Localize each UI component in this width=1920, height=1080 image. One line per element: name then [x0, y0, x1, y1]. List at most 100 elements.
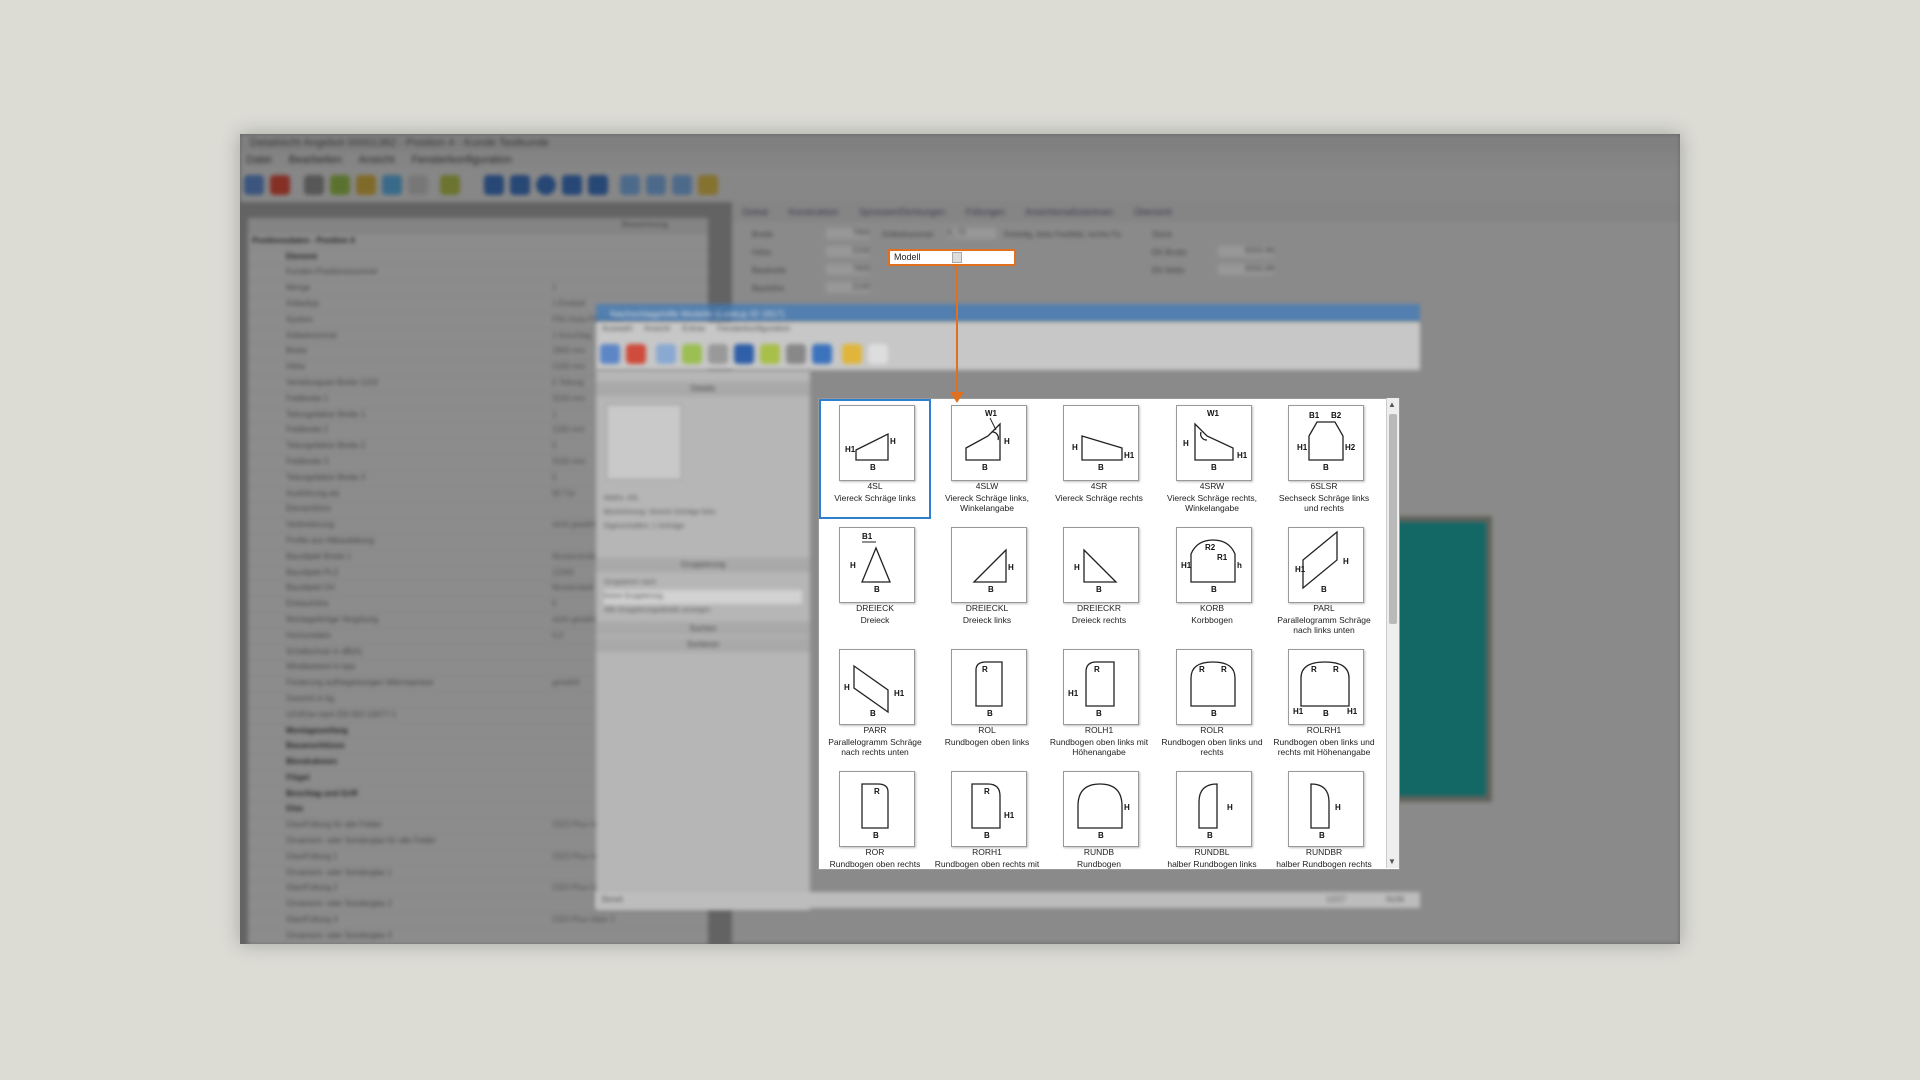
model-item-parl[interactable]: H1 H B PARL Parallelogramm Schräge nach link…: [1268, 521, 1380, 641]
pencil-icon[interactable]: [356, 175, 376, 195]
scrollbar-thumb[interactable]: [1389, 414, 1397, 624]
model-item-rundbr[interactable]: H B RUNDBR halber Rundbogen rechts: [1268, 765, 1380, 869]
menu-datei[interactable]: Datei: [246, 154, 272, 166]
dialog-save-icon[interactable]: [734, 344, 754, 364]
menu-bearbeiten[interactable]: Bearbeiten: [289, 154, 342, 166]
dialog-menu-auswahl[interactable]: Auswahl: [602, 324, 632, 333]
current-record-icon[interactable]: [536, 175, 556, 195]
model-item-4srw[interactable]: W1 H H1 B 4SRW Viereck Schräge rechts, Winkel…: [1156, 399, 1268, 519]
image-icon[interactable]: [646, 175, 666, 195]
row-label: Ausführung als: [286, 488, 340, 498]
dialog-close-icon[interactable]: [626, 344, 646, 364]
model-item-6slsr[interactable]: B1 B2 H1 H2 B 6SLSR Sechseck Schräge links und…: [1268, 399, 1380, 519]
model-item-rorh1[interactable]: R H1 B RORH1 Rundbogen oben rechts mit: [931, 765, 1043, 869]
model-item-rundbl[interactable]: H B RUNDBL halber Rundbogen links: [1156, 765, 1268, 869]
svg-text:R2: R2: [1205, 543, 1216, 552]
model-item-rolh1[interactable]: R H1 B ROLH1 Rundbogen oben links mit Höhena…: [1043, 643, 1155, 763]
model-item-dreieck[interactable]: B1 H B DREIECK Dreieck: [819, 521, 931, 641]
tab-fuellungen[interactable]: Füllungen: [966, 207, 1006, 217]
table-row[interactable]: Menge 1: [248, 281, 708, 297]
close-record-icon[interactable]: [270, 175, 290, 195]
grouping-checkbox[interactable]: Alle Gruppierungsdetails anzeigen: [604, 604, 802, 618]
grouping-header[interactable]: Gruppierung: [596, 558, 810, 572]
grouping-select[interactable]: Keine Gruppierung: [604, 590, 802, 604]
table-row[interactable]: Kunden-Positionsnummer: [248, 265, 708, 282]
bauhoehe-input[interactable]: 2100: [826, 282, 870, 293]
baubreite-input[interactable]: 7900: [826, 264, 870, 275]
model-item-korb[interactable]: R2 R1 H1 h B KORB Korbbogen: [1156, 521, 1268, 641]
model-item-dreieckl[interactable]: H B DREIECKL Dreieck links: [931, 521, 1043, 641]
model-code: ROR: [865, 847, 885, 857]
dialog-pencil-icon[interactable]: [786, 344, 806, 364]
artikel-input[interactable]: 6_72: [948, 228, 996, 239]
screen-icon[interactable]: [672, 175, 692, 195]
dialog-edit-icon[interactable]: [760, 344, 780, 364]
model-item-parr[interactable]: H H1 B PARR Parallelogramm Schräge nach rech…: [819, 643, 931, 763]
tab-global[interactable]: Global: [742, 207, 768, 217]
breite-input[interactable]: 7900: [826, 228, 870, 239]
dialog-toolbar: Auswahl Ansicht Extras Fensterkonfigurat…: [596, 322, 1420, 370]
dialog-filter-icon[interactable]: [708, 344, 728, 364]
model-item-4sl[interactable]: H1 H B 4SL Viereck Schräge links: [819, 399, 931, 519]
key-icon[interactable]: [698, 175, 718, 195]
modell-field[interactable]: Modell: [888, 249, 1016, 266]
dialog-home-icon[interactable]: [600, 344, 620, 364]
model-description: Dreieck: [860, 615, 890, 625]
search-header[interactable]: Suchen: [596, 622, 810, 636]
hoehe-input[interactable]: 2100: [826, 246, 870, 257]
tab-uebersicht[interactable]: Übersicht: [1134, 207, 1172, 217]
svg-text:B: B: [1323, 463, 1329, 472]
model-item-4slw[interactable]: W1 H B 4SLW Viereck Schräge links, Winkelang…: [931, 399, 1043, 519]
row-label: Glas/Füllung für alle Felder: [286, 820, 383, 830]
scroll-down-icon[interactable]: ▼: [1388, 857, 1396, 866]
model-item-ror[interactable]: R B ROR Rundbogen oben rechts: [819, 765, 931, 869]
edit-icon[interactable]: [330, 175, 350, 195]
model-code: DREIECK: [856, 603, 894, 613]
dialog-book-icon[interactable]: [812, 344, 832, 364]
model-item-rundb[interactable]: H B RUNDB Rundbogen: [1043, 765, 1155, 869]
dialog-menu-extras[interactable]: Extras: [683, 324, 706, 333]
dialog-grid-icon[interactable]: [656, 344, 676, 364]
tree-icon[interactable]: [440, 175, 460, 195]
model-item-rolr[interactable]: R R B ROLR Rundbogen oben links und rechts: [1156, 643, 1268, 763]
details-header[interactable]: Details: [596, 382, 810, 396]
4srw-shape-icon: W1 H H1 B: [1176, 405, 1252, 481]
dialog-menu-fensterkonfiguration[interactable]: Fensterkonfiguration: [717, 324, 790, 333]
ek-brutto-label: EK-Brutto: [1152, 248, 1187, 257]
lookup-button[interactable]: [952, 252, 962, 263]
model-code: RORH1: [972, 847, 1002, 857]
dialog-document-icon[interactable]: [868, 344, 888, 364]
model-item-4sr[interactable]: H H1 B 4SR Viereck Schräge rechts: [1043, 399, 1155, 519]
svg-text:H1: H1: [845, 445, 856, 454]
next-record-icon[interactable]: [562, 175, 582, 195]
sort-header[interactable]: Sortieren: [596, 638, 810, 652]
tools-icon[interactable]: [304, 175, 324, 195]
table-row[interactable]: Ornament- oder Sonderglas 3: [248, 929, 708, 944]
scroll-up-icon[interactable]: ▲: [1388, 400, 1396, 409]
home-icon[interactable]: [244, 175, 264, 195]
table-row[interactable]: Element: [248, 250, 708, 266]
model-item-dreieckr[interactable]: H B DREIECKR Dreieck rechts: [1043, 521, 1155, 641]
first-record-icon[interactable]: [484, 175, 504, 195]
document-icon[interactable]: [408, 175, 428, 195]
detail-bezeichnung: Bezeichnung: Viereck Schräge links: [604, 509, 716, 516]
menu-ansicht[interactable]: Ansicht: [358, 154, 394, 166]
dialog-star-icon[interactable]: [842, 344, 862, 364]
tab-sprossen[interactable]: Sprossen/Dichtungen: [859, 207, 945, 217]
row-label: Kunden-Positionsnummer: [286, 267, 379, 277]
grid-scrollbar[interactable]: ▲ ▼: [1386, 398, 1399, 868]
dialog-image-icon[interactable]: [682, 344, 702, 364]
row-value: 2100 mm: [552, 362, 586, 372]
dreieckl-shape-icon: HB: [951, 527, 1027, 603]
tab-konstruktion[interactable]: Konstruktion: [789, 207, 839, 217]
model-item-rol[interactable]: R B ROL Rundbogen oben links: [931, 643, 1043, 763]
palette-icon[interactable]: [382, 175, 402, 195]
previous-record-icon[interactable]: [510, 175, 530, 195]
tab-ansicht[interactable]: Ansichtsmaßzeichnen: [1025, 207, 1113, 217]
menu-fensterkonfiguration[interactable]: Fensterkonfiguration: [412, 154, 512, 166]
last-record-icon[interactable]: [588, 175, 608, 195]
table-row[interactable]: Glas/Füllung 3 2323 Plus-Valor 2: [248, 913, 708, 929]
model-item-rolrh1[interactable]: R R H1 H1 B ROLRH1 Rundbogen oben links und re…: [1268, 643, 1380, 763]
window-layout-icon[interactable]: [620, 175, 640, 195]
dialog-menu-ansicht[interactable]: Ansicht: [644, 324, 670, 333]
